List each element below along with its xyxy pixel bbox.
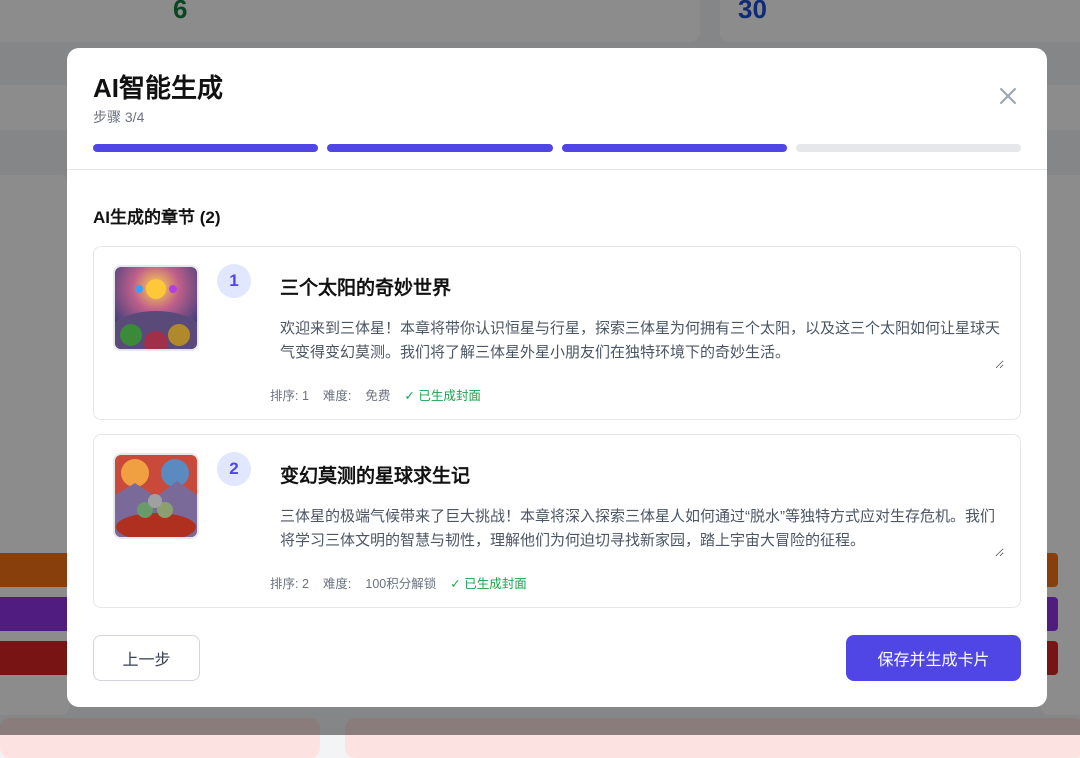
chapter-meta: 排序: 2 难度: 100积分解锁 ✓ 已生成封面 <box>270 573 527 592</box>
ai-generate-modal: AI智能生成 步骤 3/4 AI生成的章节 (2) 1 三个太阳的奇妙世界 欢迎… <box>67 48 1047 707</box>
cover-status: ✓ 已生成封面 <box>404 389 481 403</box>
chapter-description-input[interactable]: 三体星的极端气候带来了巨大挑战！本章将深入探索三体星人如何通过“脱水”等独特方式… <box>280 505 1004 557</box>
difficulty-value: 100积分解锁 <box>365 577 437 591</box>
chapter-order: 排序: 1 <box>270 389 309 403</box>
difficulty-label: 难度: <box>322 389 352 403</box>
progress-step-complete <box>93 144 319 152</box>
chapter-description-input[interactable]: 欢迎来到三体星！本章将带你认识恒星与行星，探索三体星为何拥有三个太阳，以及这三个… <box>280 317 1004 369</box>
chapter-cover-image <box>113 265 199 351</box>
chapter-card: 2 变幻莫测的星球求生记 三体星的极端气候带来了巨大挑战！本章将深入探索三体星人… <box>93 434 1021 608</box>
chapter-title: 变幻莫测的星球求生记 <box>280 466 471 487</box>
close-icon[interactable] <box>997 85 1019 107</box>
progress-step-complete <box>561 144 787 152</box>
progress-step-complete <box>327 144 553 152</box>
chapter-number-badge: 2 <box>217 452 251 486</box>
chapter-title: 三个太阳的奇妙世界 <box>280 278 452 299</box>
chapter-number-badge: 1 <box>217 264 251 298</box>
progress-step-pending <box>795 144 1021 152</box>
difficulty-value: 免费 <box>365 389 391 403</box>
progress-steps <box>93 144 1021 152</box>
cover-status: ✓ 已生成封面 <box>450 577 527 591</box>
save-and-generate-button[interactable]: 保存并生成卡片 <box>846 635 1021 681</box>
section-title: AI生成的章节 (2) <box>93 208 221 227</box>
previous-step-button[interactable]: 上一步 <box>93 635 200 681</box>
difficulty-label: 难度: <box>322 577 352 591</box>
chapter-card: 1 三个太阳的奇妙世界 欢迎来到三体星！本章将带你认识恒星与行星，探索三体星为何… <box>93 246 1021 420</box>
chapter-order: 排序: 2 <box>270 577 309 591</box>
step-indicator: 步骤 3/4 <box>93 109 145 125</box>
modal-header: AI智能生成 步骤 3/4 <box>67 48 1047 170</box>
chapter-cover-image <box>113 453 199 539</box>
modal-title: AI智能生成 <box>93 73 224 103</box>
chapter-meta: 排序: 1 难度: 免费 ✓ 已生成封面 <box>270 385 481 404</box>
